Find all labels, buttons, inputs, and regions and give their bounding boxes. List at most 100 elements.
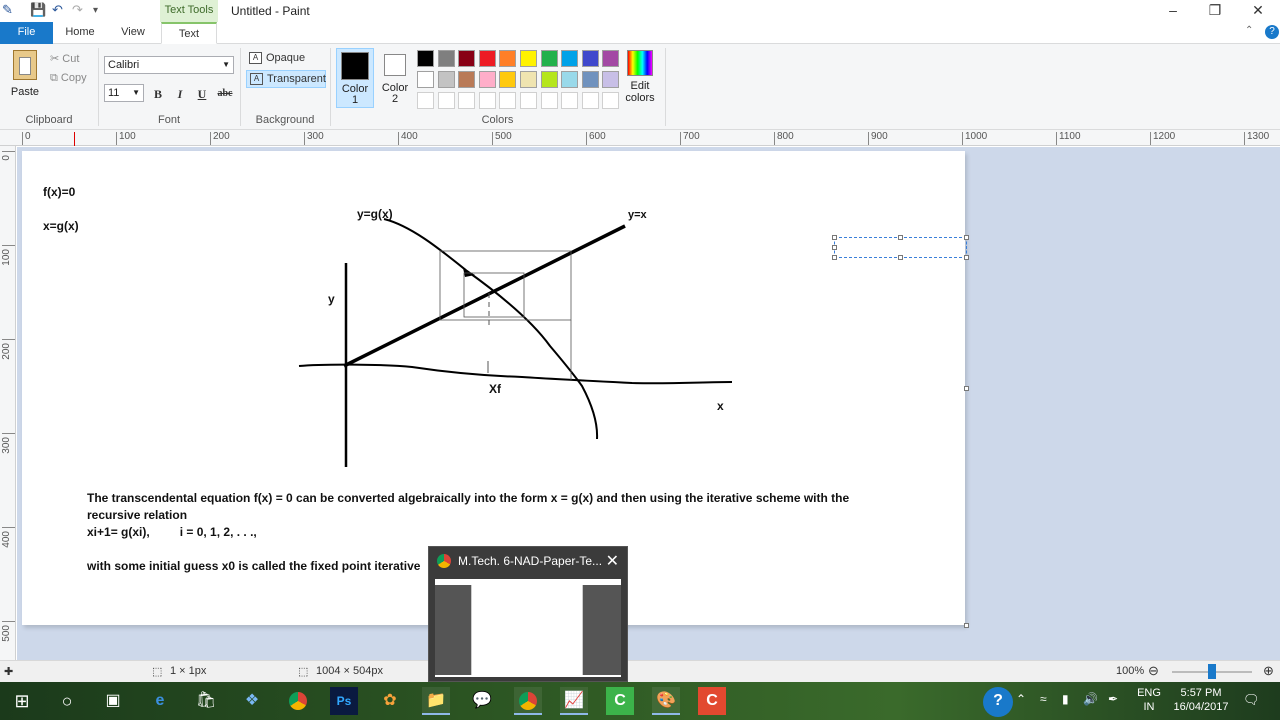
palette-swatch[interactable] (520, 71, 537, 88)
app-icon[interactable]: ✿ (376, 687, 404, 715)
taskbar-thumbnail-preview[interactable]: M.Tech. 6-NAD-Paper-Te... ✕ (428, 546, 628, 682)
palette-swatch[interactable] (458, 71, 476, 88)
palette-swatch[interactable] (520, 50, 537, 67)
collapse-ribbon-icon[interactable]: ⌃ (1245, 25, 1253, 36)
undo-icon[interactable]: ↶ (52, 2, 63, 20)
palette-swatch[interactable] (478, 92, 496, 109)
pen-icon[interactable]: ✒ (1108, 692, 1118, 706)
resize-handle[interactable] (898, 235, 903, 240)
palette-swatch[interactable] (499, 50, 517, 67)
palette-swatch[interactable] (437, 71, 455, 88)
palette-swatch[interactable] (499, 71, 517, 88)
file-explorer-icon[interactable]: 📁 (422, 687, 450, 715)
ruler-tick (1150, 132, 1151, 145)
zoom-in-button[interactable]: ⊕ (1263, 663, 1274, 679)
resize-handle[interactable] (832, 255, 837, 260)
palette-swatch[interactable] (561, 92, 579, 109)
palette-swatch[interactable] (417, 50, 434, 67)
palette-swatch[interactable] (561, 71, 579, 88)
tab-view[interactable]: View (111, 22, 155, 44)
redo-icon[interactable]: ↷ (72, 2, 83, 20)
divider (665, 48, 666, 126)
opaque-button[interactable]: A Opaque (246, 50, 326, 68)
resize-handle[interactable] (964, 255, 969, 260)
palette-swatch[interactable] (581, 71, 599, 88)
palette-swatch[interactable] (478, 71, 496, 88)
chrome-window-icon[interactable] (514, 687, 542, 715)
bold-button[interactable]: B (149, 85, 167, 103)
italic-button[interactable]: I (171, 85, 189, 103)
resize-handle[interactable] (964, 235, 969, 240)
color1-button[interactable]: Color 1 (336, 48, 374, 108)
palette-swatch[interactable] (417, 92, 434, 109)
spreadsheet-icon[interactable]: 📈 (560, 687, 588, 715)
cut-button[interactable]: ✂ Cut (50, 52, 79, 65)
palette-swatch[interactable] (581, 92, 599, 109)
palette-swatch[interactable] (540, 71, 558, 88)
close-button[interactable]: ✕ (1235, 0, 1280, 22)
tab-file[interactable]: File (0, 22, 53, 44)
language-indicator[interactable]: ENG IN (1136, 686, 1162, 714)
help-icon[interactable]: ? (1265, 25, 1279, 39)
clock[interactable]: 5:57 PM 16/04/2017 (1170, 686, 1232, 714)
recorder-icon[interactable]: C (698, 687, 726, 715)
messaging-icon[interactable]: 💬 (468, 687, 496, 715)
tab-text[interactable]: Text (161, 22, 217, 44)
canvas-resize-handle-corner[interactable] (964, 623, 969, 628)
save-icon[interactable]: 💾 (30, 2, 46, 20)
paint-app-icon[interactable]: ✎ (2, 2, 13, 20)
task-view-icon[interactable]: ▣ (99, 687, 127, 715)
palette-swatch[interactable] (540, 50, 558, 67)
resize-handle[interactable] (898, 255, 903, 260)
palette-swatch[interactable] (602, 71, 620, 88)
resize-handle[interactable] (832, 245, 837, 250)
edge-icon[interactable]: e (146, 687, 174, 715)
customize-quick-access-icon[interactable]: ▾ (93, 5, 98, 23)
edit-colors-button[interactable]: Edit colors (622, 50, 658, 104)
camtasia-icon[interactable]: C (606, 687, 634, 715)
paste-button[interactable]: Paste (6, 48, 44, 108)
notification-icon[interactable]: 🗨 (1243, 692, 1260, 708)
zoom-slider-thumb[interactable] (1208, 664, 1216, 679)
palette-swatch[interactable] (561, 50, 579, 67)
chrome-icon[interactable] (284, 687, 312, 715)
thumbnail-title: M.Tech. 6-NAD-Paper-Te... (458, 554, 603, 568)
store-icon[interactable]: 🛍 (192, 687, 220, 715)
maximize-button[interactable]: ❐ (1192, 0, 1238, 22)
font-family-select[interactable]: Calibri ▼ (104, 56, 234, 74)
transparent-button[interactable]: A Transparent (246, 70, 326, 88)
palette-swatch[interactable] (458, 50, 476, 67)
palette-swatch[interactable] (458, 92, 476, 109)
palette-swatch[interactable] (478, 50, 496, 67)
font-size-select[interactable]: 11 ▼ (104, 84, 144, 102)
wifi-icon[interactable]: ≈ (1040, 692, 1047, 706)
canvas-resize-handle-right[interactable] (964, 386, 969, 391)
show-hidden-icons-icon[interactable]: ⌃ (1016, 692, 1026, 706)
underline-button[interactable]: U (193, 85, 211, 103)
palette-swatch[interactable] (499, 92, 517, 109)
palette-swatch[interactable] (437, 92, 455, 109)
battery-icon[interactable]: ▮ (1062, 692, 1069, 706)
dropbox-icon[interactable]: ❖ (238, 687, 266, 715)
palette-swatch[interactable] (417, 71, 434, 88)
windows-start-icon[interactable]: ⊞ (8, 687, 36, 715)
color2-button[interactable]: Color 2 (376, 48, 414, 108)
volume-icon[interactable]: 🔊 (1083, 692, 1098, 706)
palette-swatch[interactable] (602, 92, 620, 109)
close-icon[interactable]: ✕ (606, 551, 619, 571)
help-icon[interactable]: ? (983, 687, 1013, 717)
copy-button[interactable]: ⧉ Copy (50, 72, 87, 85)
paint-icon[interactable]: 🎨 (652, 687, 680, 715)
palette-swatch[interactable] (520, 92, 537, 109)
minimize-button[interactable]: – (1150, 0, 1196, 22)
strikethrough-button[interactable]: abc (214, 85, 236, 103)
search-icon[interactable]: ○ (53, 687, 81, 715)
zoom-out-button[interactable]: ⊖ (1148, 663, 1159, 679)
palette-swatch[interactable] (437, 50, 455, 67)
palette-swatch[interactable] (602, 50, 620, 67)
tab-home[interactable]: Home (58, 22, 102, 44)
palette-swatch[interactable] (540, 92, 558, 109)
palette-swatch[interactable] (581, 50, 599, 67)
photoshop-icon[interactable]: Ps (330, 687, 358, 715)
resize-handle[interactable] (832, 235, 837, 240)
